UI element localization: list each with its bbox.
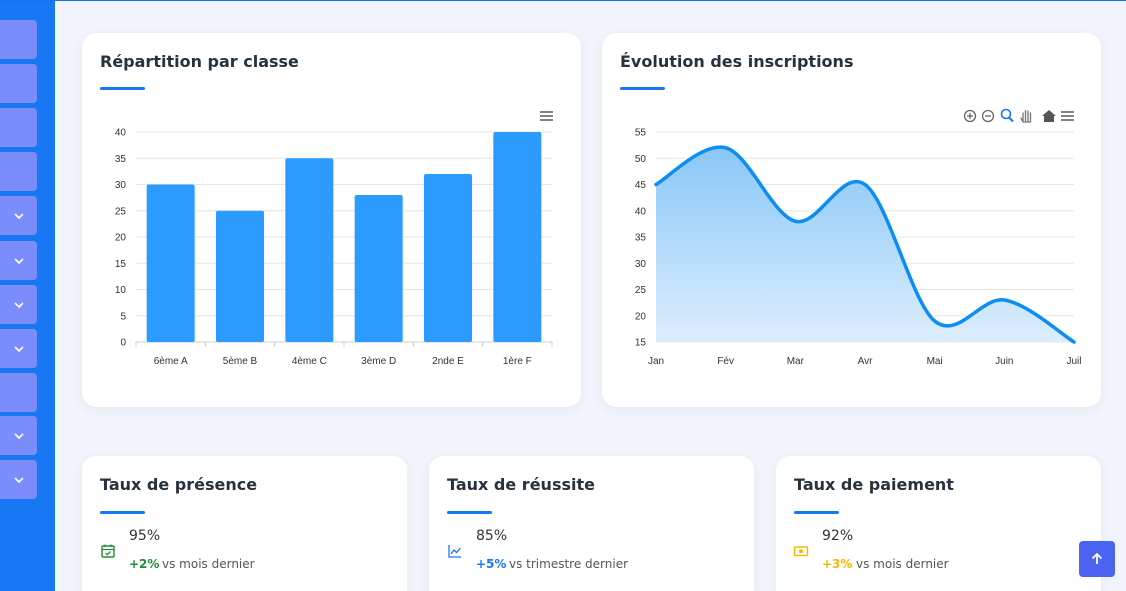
chevron-down-icon: [13, 432, 24, 439]
x-tick-label: Juil: [1066, 356, 1081, 367]
y-tick-label: 30: [115, 180, 127, 191]
x-tick-label: 6ème A: [154, 356, 188, 367]
y-tick-label: 25: [635, 285, 647, 296]
sidebar-item[interactable]: [0, 373, 37, 412]
stat-card-paiement: Taux de paiement 92% +3% vs mois dernier: [776, 456, 1101, 591]
bar[interactable]: [285, 158, 334, 342]
home-icon[interactable]: [1042, 110, 1056, 122]
sidebar-item[interactable]: [0, 285, 37, 324]
sidebar-item[interactable]: [0, 152, 37, 191]
title-underline: [447, 511, 492, 514]
chevron-down-icon: [13, 476, 24, 483]
bar[interactable]: [424, 174, 472, 342]
stat-card-reussite: Taux de réussite 85% +5% vs trimestre de…: [429, 456, 754, 591]
y-tick-label: 55: [635, 128, 647, 139]
x-tick-label: Mar: [787, 356, 805, 367]
y-tick-label: 15: [635, 338, 647, 349]
bar[interactable]: [146, 184, 195, 343]
pan-icon[interactable]: [1020, 109, 1032, 123]
zoom-out-icon[interactable]: [981, 109, 995, 123]
stat-change: +5%: [476, 557, 507, 571]
sidebar-item[interactable]: [0, 20, 37, 59]
bar-chart-card: Répartition par classe 0 5 10 15 20 25 30 35 40 6…: [82, 33, 581, 407]
y-tick-label: 15: [115, 259, 127, 270]
chevron-down-icon: [13, 301, 24, 308]
x-tick-label: Juin: [995, 356, 1013, 367]
x-tick-label: Avr: [858, 356, 873, 367]
x-tick-label: 1ère F: [503, 356, 532, 367]
y-tick-label: 20: [115, 233, 127, 244]
area-chart: 15 20 25 30 35 40 45 50 55 Jan Fév Mar Avr Mai Juin Jui…: [635, 108, 1082, 367]
hamburger-menu-icon[interactable]: [1061, 111, 1074, 121]
y-tick-label: 40: [115, 128, 127, 139]
y-tick-label: 25: [115, 206, 127, 217]
y-tick-label: 35: [115, 154, 127, 165]
scroll-to-top-button[interactable]: [1079, 541, 1115, 577]
stat-description: vs trimestre dernier: [509, 557, 629, 571]
y-tick-label: 45: [635, 180, 647, 191]
hamburger-menu-icon[interactable]: [540, 111, 553, 121]
stat-description: vs mois dernier: [856, 557, 949, 571]
zoom-selection-icon[interactable]: [1000, 108, 1014, 123]
bar[interactable]: [354, 195, 403, 342]
sidebar-item[interactable]: [0, 64, 37, 103]
x-tick-label: Jan: [648, 356, 664, 367]
stat-value: 95%: [129, 528, 161, 544]
sidebar-item[interactable]: [0, 241, 37, 280]
y-tick-label: 10: [115, 285, 127, 296]
stat-value: 85%: [476, 528, 508, 544]
bar-chart: 0 5 10 15 20 25 30 35 40 6ème A 5ème B 4ème C 3ème D…: [115, 111, 553, 367]
chevron-down-icon: [13, 212, 24, 219]
arrow-up-icon: [1091, 552, 1103, 564]
stat-title: Taux de paiement: [794, 475, 954, 494]
x-tick-label: 2nde E: [432, 356, 464, 367]
stat-description: vs mois dernier: [162, 557, 255, 571]
chevron-down-icon: [13, 345, 24, 352]
stat-change: +2%: [129, 557, 160, 571]
y-tick-label: 0: [120, 338, 126, 349]
area-chart-card: Évolution des inscriptions 15 20 25 30 35 40 4…: [602, 33, 1101, 407]
calendar-check-icon: [101, 544, 115, 558]
sidebar: [0, 1, 55, 591]
line-chart-icon: [448, 545, 461, 558]
stat-card-presence: Taux de présence 95% +2% vs mois dernier: [82, 456, 407, 591]
stat-title: Taux de réussite: [447, 475, 595, 494]
x-tick-label: Mai: [927, 356, 943, 367]
stat-title: Taux de présence: [100, 475, 258, 494]
x-tick-label: Fév: [717, 356, 734, 367]
bar[interactable]: [493, 132, 542, 342]
y-tick-label: 35: [635, 233, 647, 244]
y-tick-label: 40: [635, 206, 647, 217]
sidebar-item[interactable]: [0, 416, 37, 455]
y-tick-label: 50: [635, 154, 647, 165]
bar[interactable]: [216, 210, 264, 342]
x-tick-label: 3ème D: [361, 356, 396, 367]
area-fill: [656, 147, 1074, 342]
y-tick-label: 30: [635, 259, 647, 270]
stat-value: 92%: [822, 528, 854, 544]
y-tick-label: 5: [120, 311, 126, 322]
x-tick-label: 4ème C: [292, 356, 327, 367]
sidebar-item[interactable]: [0, 329, 37, 368]
money-icon: [793, 546, 809, 557]
sidebar-item[interactable]: [0, 460, 37, 499]
zoom-in-icon[interactable]: [963, 109, 977, 123]
sidebar-item[interactable]: [0, 108, 37, 147]
y-tick-label: 20: [635, 311, 647, 322]
stat-change: +3%: [822, 557, 853, 571]
title-underline: [794, 511, 839, 514]
title-underline: [100, 511, 145, 514]
x-tick-label: 5ème B: [223, 356, 258, 367]
chevron-down-icon: [13, 257, 24, 264]
sidebar-item[interactable]: [0, 196, 37, 235]
